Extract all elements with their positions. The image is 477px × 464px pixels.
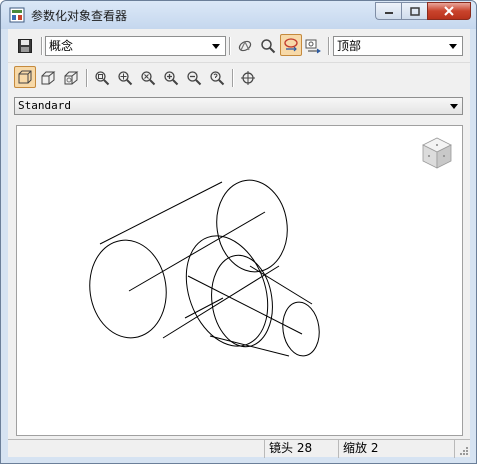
client-area: 概念 顶部 Standard 镜头 28 缩放 2 [8, 29, 470, 458]
zoom-out-icon [187, 71, 202, 86]
toolbar-separator [229, 37, 231, 55]
settings-export-button[interactable] [303, 35, 325, 57]
zoom-in-button[interactable] [160, 67, 182, 89]
box-view-button[interactable] [14, 66, 36, 88]
view-direction-select[interactable]: 顶部 [333, 36, 463, 56]
resize-grip-icon[interactable] [458, 445, 469, 456]
minimize-icon [384, 12, 393, 14]
pan-target-button[interactable] [237, 67, 259, 89]
view-direction-value: 顶部 [337, 39, 362, 53]
save-button[interactable] [14, 35, 36, 57]
maximize-icon [409, 6, 420, 16]
settings-export-icon [305, 39, 321, 54]
box-wireframe-icon [64, 71, 79, 85]
named-view-style-value: Standard [18, 99, 71, 112]
cone-wireframe [184, 235, 320, 357]
zoom-help-icon [210, 71, 225, 86]
zoom-in-icon [164, 71, 179, 86]
window-controls [375, 2, 471, 20]
lens-status: 镜头 28 [264, 440, 338, 458]
zoom-window-button[interactable] [91, 67, 113, 89]
window-title: 参数化对象查看器 [31, 9, 128, 23]
view-toolbar [8, 62, 470, 92]
toolbar-separator [232, 69, 234, 87]
save-icon [18, 39, 32, 53]
close-icon [444, 6, 454, 16]
title-bar[interactable]: 参数化对象查看器 [1, 1, 476, 29]
parametric-object-viewer-window: 参数化对象查看器 概念 顶部 Standard 镜头 28 缩放 2 [0, 0, 477, 464]
zoom-all-button[interactable] [137, 67, 159, 89]
zoom-window-icon [95, 71, 110, 86]
box-perspective-icon [41, 71, 56, 85]
visual-style-value: 概念 [49, 39, 74, 53]
zoom-status: 缩放 2 [338, 440, 454, 458]
maximize-button[interactable] [401, 2, 427, 20]
zoom-extents-icon [118, 71, 133, 86]
status-bar: 镜头 28 缩放 2 [8, 439, 470, 458]
viewcube-icon[interactable] [422, 137, 452, 169]
orbit-icon [238, 40, 252, 52]
zoom-value: 缩放 2 [343, 441, 379, 455]
main-toolbar: 概念 顶部 [8, 29, 470, 61]
toolbar-separator [41, 37, 43, 55]
zoom-extents-button[interactable] [114, 67, 136, 89]
pan-target-icon [241, 71, 255, 85]
zoom-all-icon [141, 71, 156, 86]
3d-viewport[interactable] [16, 125, 463, 436]
box-perspective-button[interactable] [37, 67, 59, 89]
zoom-help-button[interactable] [206, 67, 228, 89]
app-icon [9, 7, 25, 23]
box-wireframe-button[interactable] [60, 67, 82, 89]
zoom-out-button[interactable] [183, 67, 205, 89]
visual-style-select[interactable]: 概念 [45, 36, 226, 56]
chevron-down-icon [446, 39, 460, 53]
toolbar-separator [328, 37, 330, 55]
orbit-button[interactable] [234, 35, 256, 57]
box-view-icon [18, 70, 32, 84]
close-button[interactable] [427, 2, 471, 20]
minimize-button[interactable] [375, 2, 401, 20]
chevron-down-icon [209, 39, 223, 53]
selection-cycle-icon [284, 38, 298, 52]
viewport-drawing [89, 137, 452, 357]
toolbar-separator [86, 69, 88, 87]
lens-value: 镜头 28 [269, 441, 313, 455]
zoom-button[interactable] [257, 35, 279, 57]
zoom-icon [261, 39, 276, 54]
selection-cycle-button[interactable] [280, 34, 302, 56]
named-view-style-select[interactable]: Standard [14, 97, 463, 115]
chevron-down-icon [447, 99, 461, 113]
